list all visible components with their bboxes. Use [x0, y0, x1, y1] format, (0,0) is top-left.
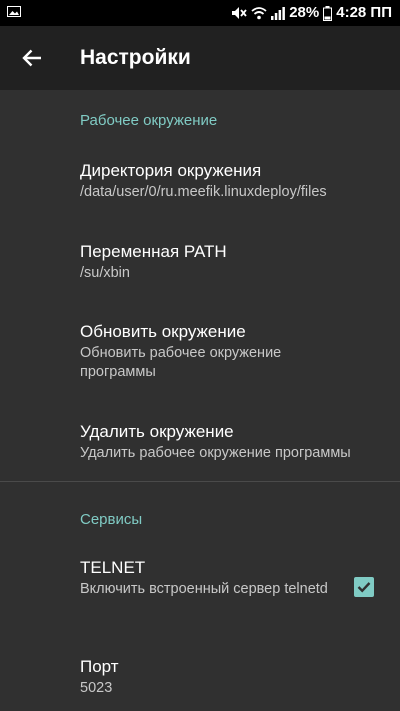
section-header-environment: Рабочее окружение [80, 112, 218, 129]
pref-summary: Обновить рабочее окружение программы [80, 345, 282, 380]
back-arrow-icon[interactable] [16, 42, 48, 74]
pref-title: Переменная PATH [80, 242, 227, 261]
pref-summary: /su/xbin [80, 265, 130, 281]
pref-summary: 5023 [80, 680, 113, 696]
status-bar: 28% 4:28 ПП [0, 0, 400, 26]
section-divider [0, 481, 400, 482]
telnet-checkbox[interactable] [354, 577, 374, 597]
pref-title: Директория окружения [80, 161, 262, 180]
pref-remove-env[interactable]: Удалить окружение Удалить рабочее окруже… [80, 421, 380, 463]
battery-icon [323, 5, 333, 21]
pref-telnet[interactable]: TELNET Включить встроенный сервер telnet… [80, 557, 340, 599]
pref-title: Обновить окружение [80, 322, 246, 341]
pref-title: TELNET [80, 558, 146, 577]
section-header-services: Сервисы [80, 511, 143, 528]
wifi-icon [251, 7, 267, 20]
pref-title: Порт [80, 657, 119, 676]
pref-path-variable[interactable]: Переменная PATH /su/xbin [80, 241, 380, 283]
checkmark-icon [357, 582, 371, 593]
pref-summary: Удалить рабочее окружение программы [80, 445, 351, 461]
pref-update-env[interactable]: Обновить окружение Обновить рабочее окру… [80, 321, 380, 382]
mute-icon [232, 7, 247, 19]
page-title: Настройки [80, 46, 191, 69]
clock: 4:28 ПП [336, 4, 392, 21]
pref-env-directory[interactable]: Директория окружения /data/user/0/ru.mee… [80, 160, 380, 202]
signal-icon [271, 7, 286, 20]
battery-percent: 28% [289, 4, 320, 21]
pref-summary: /data/user/0/ru.meefik.linuxdeploy/files [80, 184, 327, 200]
image-notification-icon [7, 6, 21, 17]
pref-title: Удалить окружение [80, 422, 234, 441]
app-bar: Настройки [0, 26, 400, 90]
pref-summary: Включить встроенный сервер telnetd [80, 581, 328, 597]
pref-port[interactable]: Порт 5023 [80, 656, 380, 698]
